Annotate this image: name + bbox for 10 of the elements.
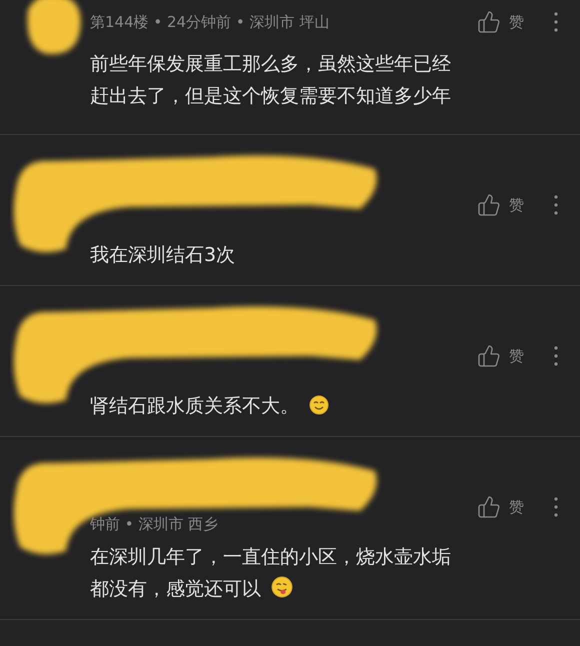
comment-text: 在深圳几年了，一直住的小区，烧水壶水垢都没有，感觉还可以 [90, 545, 452, 602]
like-button[interactable]: 赞 [477, 193, 524, 217]
comment-text: 肾结石跟水质关系不大。 [90, 390, 460, 436]
comment-meta: 钟前 • 深圳市 西乡 [90, 514, 218, 534]
like-button[interactable]: 赞 [477, 344, 524, 368]
comment-meta: 第144楼 • 24分钟前 • 深圳市 坪山 [90, 12, 330, 32]
comment-text: 前些年保发展重工那么多，虽然这些年已经赶出去了，但是这个恢复需要不知道多少年 [90, 52, 452, 109]
comment-text: 我在深圳结石3次 [90, 243, 236, 268]
like-button[interactable]: 赞 [477, 10, 524, 34]
like-button[interactable]: 赞 [477, 495, 524, 519]
